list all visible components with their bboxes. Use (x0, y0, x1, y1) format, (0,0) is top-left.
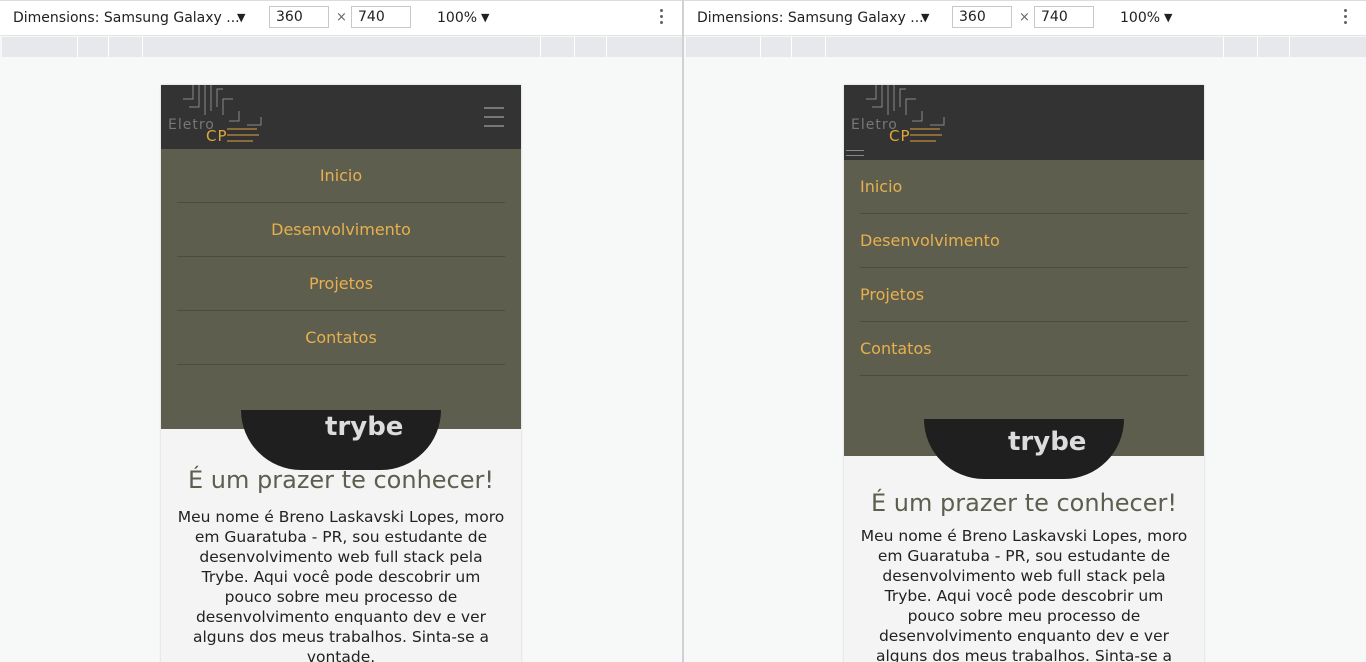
profile-image: trybe (241, 410, 441, 470)
site-logo[interactable]: Eletro CP (167, 85, 267, 147)
page-title: É um prazer te conhecer! (188, 466, 494, 494)
dropdown-arrow-icon[interactable]: ▼ (237, 11, 245, 24)
times-label: × (1019, 10, 1030, 25)
ruler-segment (1289, 37, 1290, 57)
ruler-segment (1257, 37, 1258, 57)
hamburger-icon[interactable] (846, 150, 864, 158)
logo-text-cp: CP (206, 127, 228, 145)
ruler-segment (540, 37, 541, 57)
dropdown-arrow-icon[interactable]: ▼ (1164, 11, 1172, 24)
menu-item-inicio[interactable]: Inicio (177, 149, 505, 203)
menu-item-inicio[interactable]: Inicio (860, 160, 1188, 214)
hero-image-text: trybe (1008, 427, 1087, 457)
zoom-select[interactable]: 100% (1120, 10, 1160, 26)
dropdown-arrow-icon[interactable]: ▼ (921, 11, 929, 24)
device-toolbar: Dimensions: Samsung Galaxy ... ▼ × 100% … (0, 0, 682, 36)
page-title: É um prazer te conhecer! (871, 489, 1177, 517)
width-input[interactable] (269, 6, 329, 28)
device-select[interactable]: Dimensions: Samsung Galaxy ... (697, 10, 924, 26)
more-vert-icon[interactable] (1344, 9, 1348, 27)
site-header: Eletro CP (844, 85, 1204, 160)
ruler-segment (142, 37, 143, 57)
ruler-segment (108, 37, 109, 57)
device-viewport: Eletro CP Inicio Desenvolvimento Projeto… (844, 85, 1204, 662)
more-vert-icon[interactable] (660, 9, 664, 27)
nav-menu: Inicio Desenvolvimento Projetos Contatos (844, 160, 1204, 456)
times-label: × (336, 10, 347, 25)
menu-item-contatos[interactable]: Contatos (177, 311, 505, 365)
devtools-pane-right: Dimensions: Samsung Galaxy ... ▼ × 100% … (684, 0, 1366, 662)
hamburger-icon[interactable] (484, 107, 504, 127)
hero-image-text: trybe (325, 412, 404, 442)
device-select[interactable]: Dimensions: Samsung Galaxy ... (13, 10, 240, 26)
devtools-pane-left: Dimensions: Samsung Galaxy ... ▼ × 100% … (0, 0, 682, 662)
height-input[interactable] (351, 6, 411, 28)
bio-text: Meu nome é Breno Laskavski Lopes, moro e… (860, 527, 1188, 662)
menu-item-projetos[interactable]: Projetos (860, 268, 1188, 322)
height-input[interactable] (1034, 6, 1094, 28)
site-header: Eletro CP (161, 85, 521, 149)
menu-item-projetos[interactable]: Projetos (177, 257, 505, 311)
ruler-segment (760, 37, 761, 57)
ruler-segment (791, 37, 792, 57)
bio-text: Meu nome é Breno Laskavski Lopes, moro e… (177, 508, 505, 662)
menu-item-desenvolvimento[interactable]: Desenvolvimento (177, 203, 505, 257)
dropdown-arrow-icon[interactable]: ▼ (481, 11, 489, 24)
profile-image: trybe (924, 419, 1124, 479)
zoom-select[interactable]: 100% (437, 10, 477, 26)
logo-text-cp: CP (889, 127, 911, 145)
site-logo[interactable]: Eletro CP (850, 85, 950, 147)
media-query-ruler[interactable] (2, 37, 682, 57)
device-toolbar: Dimensions: Samsung Galaxy ... ▼ × 100% … (684, 0, 1366, 36)
ruler-segment (77, 37, 78, 57)
menu-item-desenvolvimento[interactable]: Desenvolvimento (860, 214, 1188, 268)
width-input[interactable] (952, 6, 1012, 28)
device-viewport: Eletro CP Inicio Desenvolvimento Projeto… (161, 85, 521, 662)
menu-item-contatos[interactable]: Contatos (860, 322, 1188, 376)
media-query-ruler[interactable] (686, 37, 1366, 57)
nav-menu: Inicio Desenvolvimento Projetos Contatos (161, 149, 521, 429)
ruler-segment (1223, 37, 1224, 57)
ruler-segment (825, 37, 826, 57)
ruler-segment (574, 37, 575, 57)
ruler-segment (606, 37, 607, 57)
